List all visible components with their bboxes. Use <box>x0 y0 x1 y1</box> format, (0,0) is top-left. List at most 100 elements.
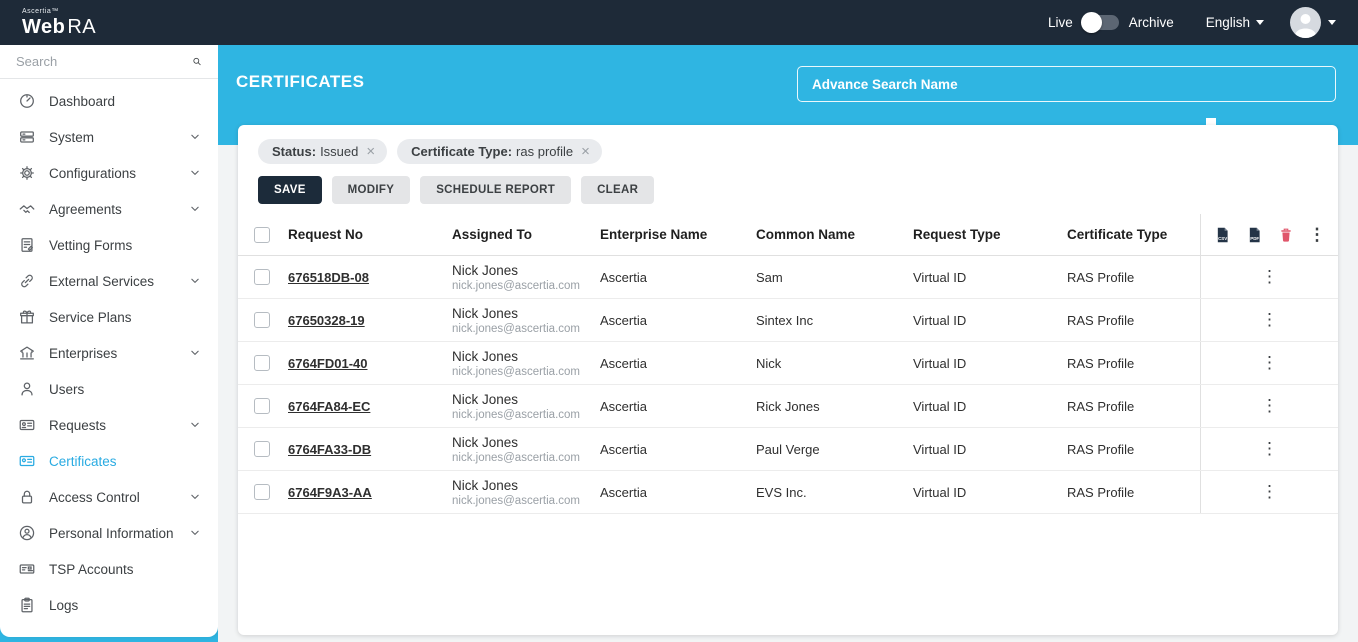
filter-chip-status: Status: Issued <box>258 139 387 164</box>
sidebar-item-requests[interactable]: Requests <box>0 407 218 443</box>
sidebar-item-certificates[interactable]: Certificates <box>0 443 218 479</box>
sidebar-item-icon <box>18 236 36 254</box>
table-kebab-menu-icon[interactable] <box>1309 225 1326 245</box>
row-checkbox[interactable] <box>254 355 270 371</box>
row-actions-cell <box>1200 299 1338 341</box>
sidebar-item-vetting-forms[interactable]: Vetting Forms <box>0 227 218 263</box>
assigned-email: nick.jones@ascertia.com <box>452 495 588 507</box>
close-icon[interactable] <box>366 144 375 159</box>
enterprise-name-cell: Ascertia <box>588 356 744 371</box>
row-kebab-menu-icon[interactable] <box>1261 310 1278 330</box>
column-common-name: Common Name <box>744 227 901 242</box>
row-checkbox[interactable] <box>254 312 270 328</box>
request-no-link[interactable]: 6764FA84-EC <box>288 399 370 414</box>
sidebar-item-logs[interactable]: Logs <box>0 587 218 623</box>
avatar <box>1290 7 1321 38</box>
sidebar-item-access-control[interactable]: Access Control <box>0 479 218 515</box>
row-actions-cell <box>1200 342 1338 384</box>
sidebar-item-personal-information[interactable]: Personal Information <box>0 515 218 551</box>
sidebar-item-enterprises[interactable]: Enterprises <box>0 335 218 371</box>
language-dropdown[interactable]: English <box>1206 15 1264 30</box>
enterprise-name-cell: Ascertia <box>588 270 744 285</box>
common-name-cell: Nick <box>744 356 901 371</box>
assigned-name: Nick Jones <box>452 435 588 450</box>
row-checkbox-cell <box>238 398 276 414</box>
sidebar-item-agreements[interactable]: Agreements <box>0 191 218 227</box>
request-type-cell: Virtual ID <box>901 270 1055 285</box>
clear-button[interactable]: CLEAR <box>581 176 654 204</box>
row-kebab-menu-icon[interactable] <box>1261 439 1278 459</box>
assigned-name: Nick Jones <box>452 349 588 364</box>
filter-chips: Status: Issued Certificate Type: ras pro… <box>238 125 1338 164</box>
brand-webra: WebRA <box>22 16 96 38</box>
request-no-link[interactable]: 6764FD01-40 <box>288 356 368 371</box>
sidebar-item-icon <box>18 524 36 542</box>
column-request-no: Request No <box>276 227 440 242</box>
delete-icon[interactable] <box>1278 226 1294 244</box>
row-checkbox[interactable] <box>254 398 270 414</box>
modify-button[interactable]: MODIFY <box>332 176 411 204</box>
certificate-type-cell: RAS Profile <box>1055 399 1200 414</box>
row-kebab-menu-icon[interactable] <box>1261 267 1278 287</box>
row-kebab-menu-icon[interactable] <box>1261 396 1278 416</box>
live-archive-toggle-group: Live Archive <box>1048 15 1174 30</box>
row-actions-cell <box>1200 471 1338 513</box>
table-row: 67650328-19 Nick Jones nick.jones@ascert… <box>238 299 1338 342</box>
sidebar-item-users[interactable]: Users <box>0 371 218 407</box>
select-all-checkbox[interactable] <box>254 227 270 243</box>
row-checkbox-cell <box>238 484 276 500</box>
sidebar-item-icon <box>18 128 36 146</box>
sidebar-item-icon <box>18 200 36 218</box>
assigned-to-cell: Nick Jones nick.jones@ascertia.com <box>440 392 588 421</box>
sidebar-item-configurations[interactable]: Configurations <box>0 155 218 191</box>
request-no-link[interactable]: 6764F9A3-AA <box>288 485 372 500</box>
sidebar-item-label: Certificates <box>49 454 188 469</box>
export-pdf-icon[interactable]: PDF <box>1246 226 1263 244</box>
sidebar-item-icon <box>18 344 36 362</box>
user-icon <box>1290 7 1321 38</box>
row-checkbox[interactable] <box>254 441 270 457</box>
common-name-cell: Sintex Inc <box>744 313 901 328</box>
sidebar-item-label: Vetting Forms <box>49 238 188 253</box>
live-label: Live <box>1048 15 1073 30</box>
chip-value: ras profile <box>516 144 573 159</box>
sidebar-item-dashboard[interactable]: Dashboard <box>0 83 218 119</box>
sidebar-item-icon <box>18 272 36 290</box>
request-type-cell: Virtual ID <box>901 399 1055 414</box>
svg-text:CSV: CSV <box>1218 236 1227 241</box>
assigned-to-cell: Nick Jones nick.jones@ascertia.com <box>440 349 588 378</box>
sidebar-item-tsp-accounts[interactable]: TSP Accounts <box>0 551 218 587</box>
common-name-cell: Paul Verge <box>744 442 901 457</box>
advance-search-input[interactable] <box>797 66 1336 102</box>
sidebar-item-external-services[interactable]: External Services <box>0 263 218 299</box>
user-menu[interactable] <box>1290 7 1336 38</box>
chip-value: Issued <box>320 144 358 159</box>
sidebar-item-service-plans[interactable]: Service Plans <box>0 299 218 335</box>
sidebar-item-system[interactable]: System <box>0 119 218 155</box>
request-no-link[interactable]: 6764FA33-DB <box>288 442 371 457</box>
row-checkbox[interactable] <box>254 484 270 500</box>
row-checkbox-cell <box>238 355 276 371</box>
request-no-link[interactable]: 67650328-19 <box>288 313 365 328</box>
search-input[interactable] <box>16 54 192 69</box>
sidebar-rail: Dashboard System Configurations Agreemen… <box>0 45 218 642</box>
top-bar: Ascertia™ WebRA Live Archive English <box>0 0 1358 45</box>
close-icon[interactable] <box>581 144 590 159</box>
sidebar-item-icon <box>18 416 36 434</box>
page-title: CERTIFICATES <box>236 72 364 92</box>
row-checkbox[interactable] <box>254 269 270 285</box>
schedule-report-button[interactable]: SCHEDULE REPORT <box>420 176 571 204</box>
certificates-table: Request No Assigned To Enterprise Name C… <box>238 214 1338 514</box>
sidebar-item-icon <box>18 488 36 506</box>
request-no-link[interactable]: 676518DB-08 <box>288 270 369 285</box>
app-logo: Ascertia™ WebRA <box>22 8 96 37</box>
common-name-cell: EVS Inc. <box>744 485 901 500</box>
row-kebab-menu-icon[interactable] <box>1261 482 1278 502</box>
save-button[interactable]: SAVE <box>258 176 322 204</box>
live-archive-toggle[interactable] <box>1083 15 1119 30</box>
main-area: CERTIFICATES Status: Issued Certificate … <box>218 45 1358 642</box>
export-csv-icon[interactable]: CSV <box>1214 226 1231 244</box>
row-kebab-menu-icon[interactable] <box>1261 353 1278 373</box>
assigned-email: nick.jones@ascertia.com <box>452 452 588 464</box>
svg-text:PDF: PDF <box>1250 236 1259 241</box>
